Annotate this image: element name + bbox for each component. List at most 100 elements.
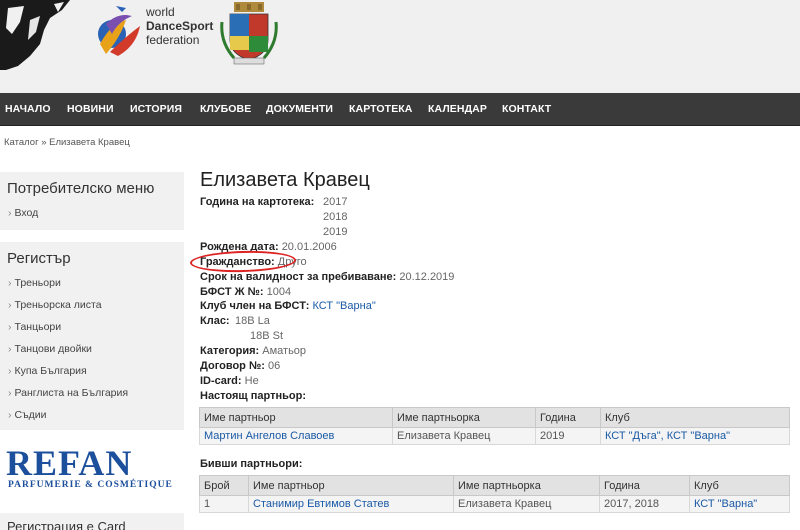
id-card-value: Не [244, 375, 259, 387]
page-title: Елизавета Кравец [200, 169, 370, 191]
breadcrumb-current: Елизавета Кравец [49, 137, 130, 148]
former-partners-table: Брой Име партньор Име партньорка Година … [199, 475, 790, 513]
registry-year-value: 2019 [323, 226, 348, 238]
sidebar-item-couples[interactable]: › Танцови двойки [0, 338, 184, 360]
arrow-icon: › [8, 365, 12, 377]
user-menu-box: Потребителско меню › Вход [0, 172, 184, 230]
refan-ad-banner[interactable]: REFAN PARFUMERIE & COSMÉTIQUE [6, 443, 180, 492]
id-card-row: ID-card: Не [200, 375, 259, 387]
nav-item-history[interactable]: ИСТОРИЯ [130, 93, 182, 126]
sidebar-item-login[interactable]: › Вход [0, 202, 184, 224]
field-label: Клас: [200, 315, 230, 327]
category-row: Категория: Аматьор [200, 345, 306, 357]
registry-year-value: 2017 [323, 196, 348, 208]
partner-name-link[interactable]: Станимир Евтимов Статев [248, 495, 454, 513]
table-row: 1 Станимир Евтимов Статев Елизавета Крав… [199, 495, 790, 513]
sidebar-item-dancers[interactable]: › Танцьори [0, 316, 184, 338]
nav-item-home[interactable]: НАЧАЛО [5, 93, 51, 126]
partner-name-link[interactable]: Мартин Ангелов Славоев [199, 427, 393, 445]
sidebar-item-label: Танцови двойки [14, 343, 92, 355]
current-partner-table: Име партньор Име партньорка Година Клуб … [199, 407, 790, 445]
sidebar-item-judges[interactable]: › Съдии [0, 404, 184, 426]
current-partner-title: Настоящ партньор: [200, 390, 306, 402]
registry-year-row: Година на картотека: [200, 196, 314, 208]
former-partners-title: Бивши партньори: [200, 458, 302, 470]
club-link[interactable]: КСТ "Дъга", КСТ "Варна" [600, 427, 790, 445]
nav-item-clubs[interactable]: КЛУБОВЕ [200, 93, 251, 126]
arrow-icon: › [8, 321, 12, 333]
arrow-icon: › [8, 387, 12, 399]
birth-date-value: 20.01.2006 [281, 241, 337, 253]
club-link[interactable]: КСТ "Варна" [313, 300, 376, 312]
card-registration-title: Регистрация е Card [7, 519, 126, 530]
arrow-icon: › [8, 409, 12, 421]
column-header: Година [535, 407, 601, 428]
table-cell: 2017, 2018 [599, 495, 690, 513]
club-link[interactable]: КСТ "Варна" [689, 495, 790, 513]
nav-item-documents[interactable]: ДОКУМЕНТИ [266, 93, 333, 126]
field-label: Клуб член на БФСТ: [200, 300, 310, 312]
table-header-row: Име партньор Име партньорка Година Клуб [199, 407, 790, 428]
sidebar-item-coach-list[interactable]: › Треньорска листа [0, 294, 184, 316]
residence-validity-row: Срок на валидност за пребиваване: 20.12.… [200, 271, 454, 283]
table-cell: Елизавета Кравец [453, 495, 600, 513]
sidebar-item-ranking[interactable]: › Ранглиста на България [0, 382, 184, 404]
section-heading: Настоящ партньор: [200, 390, 306, 402]
arrow-icon: › [8, 207, 12, 219]
breadcrumb-separator: » [41, 137, 47, 148]
field-label: ID-card: [200, 375, 242, 387]
bfst-number-row: БФСТ Ж №: 1004 [200, 286, 291, 298]
category-value: Аматьор [262, 345, 307, 357]
table-row: Мартин Ангелов Славоев Елизавета Кравец … [199, 427, 790, 445]
arrow-icon: › [8, 299, 12, 311]
wdsf-wordmark: world DanceSport federation [146, 5, 213, 47]
city-crest-icon [220, 2, 278, 65]
refan-brand: REFAN [6, 443, 133, 483]
register-box: Регистър › Треньори › Треньорска листа › Та… [0, 242, 184, 430]
column-header: Име партньор [248, 475, 454, 496]
sidebar-item-label: Треньорска листа [14, 299, 102, 311]
table-header-row: Брой Име партньор Име партньорка Година … [199, 475, 790, 496]
nav-item-news[interactable]: НОВИНИ [67, 93, 114, 126]
column-header: Име партньорка [453, 475, 600, 496]
sidebar-item-coaches[interactable]: › Треньори [0, 272, 184, 294]
registry-year-value: 2018 [323, 211, 348, 223]
class-row: Клас: [200, 315, 230, 327]
main-nav: НАЧАЛО НОВИНИ ИСТОРИЯ КЛУБОВЕ ДОКУМЕНТИ … [0, 93, 800, 126]
dancer-silhouette-logo [0, 0, 70, 70]
breadcrumb: Каталог » Елизавета Кравец [4, 137, 130, 148]
column-header: Клуб [689, 475, 790, 496]
nav-item-calendar[interactable]: КАЛЕНДАР [428, 93, 487, 126]
bfst-number-value: 1004 [266, 286, 292, 298]
arrow-icon: › [8, 277, 12, 289]
site-header: world DanceSport federation [0, 0, 800, 93]
refan-tagline: PARFUMERIE & COSMÉTIQUE [8, 480, 173, 490]
table-cell: 1 [199, 495, 249, 513]
field-label: Година на картотека: [200, 196, 315, 208]
class-value: 18B St [250, 330, 284, 342]
arrow-icon: › [8, 343, 12, 355]
column-header: Клуб [600, 407, 790, 428]
residence-validity-value: 20.12.2019 [399, 271, 455, 283]
sidebar-item-label: Треньори [14, 277, 61, 289]
wdsf-line-3: federation [146, 33, 200, 47]
contract-row: Договор №: 06 [200, 360, 280, 372]
nav-item-registry[interactable]: КАРТОТЕКА [349, 93, 413, 126]
user-menu-title: Потребителско меню [7, 180, 155, 197]
nav-item-contact[interactable]: КОНТАКТ [502, 93, 551, 126]
class-value: 18B La [235, 315, 270, 327]
wdsf-line-1: world [146, 5, 175, 19]
table-cell: Елизавета Кравец [392, 427, 536, 445]
card-registration-box: Регистрация е Card [0, 513, 184, 530]
register-title: Регистър [7, 250, 71, 267]
sidebar-item-bulgaria-cup[interactable]: › Купа България [0, 360, 184, 382]
column-header: Име партньор [199, 407, 393, 428]
column-header: Брой [199, 475, 249, 496]
field-label: Срок на валидност за пребиваване: [200, 271, 397, 283]
breadcrumb-catalog-link[interactable]: Каталог [4, 137, 39, 148]
sidebar-item-label: Ранглиста на България [14, 387, 129, 399]
field-label: БФСТ Ж №: [200, 286, 264, 298]
table-cell: 2019 [535, 427, 601, 445]
club-row: Клуб член на БФСТ: КСТ "Варна" [200, 300, 376, 312]
contract-value: 06 [267, 360, 281, 372]
